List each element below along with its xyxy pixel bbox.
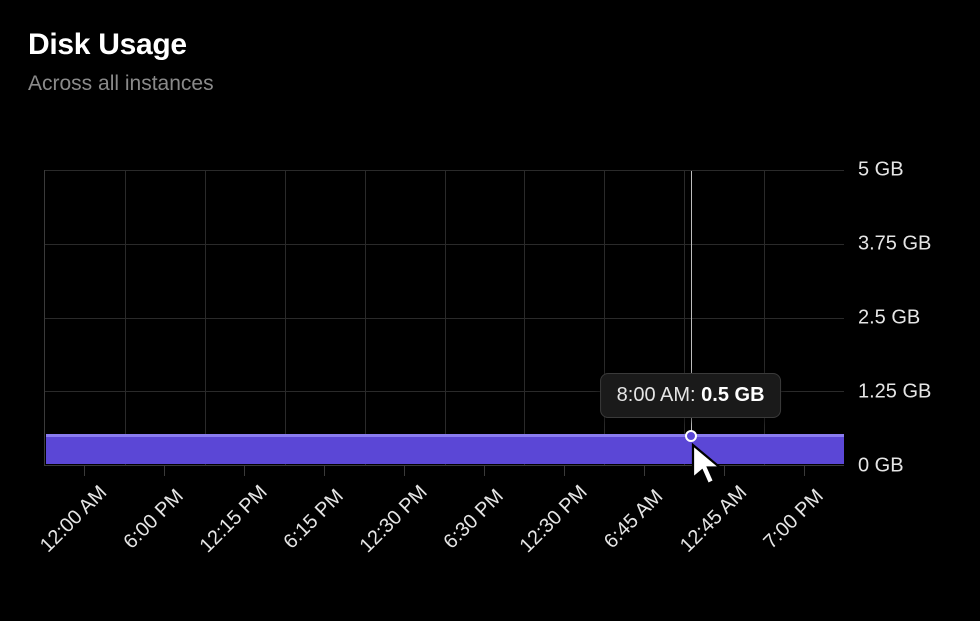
y-tick-label: 1.25 GB [858,381,931,404]
chart-plot-area[interactable]: 8:00 AM: 0.5 GB [44,170,844,466]
x-tick-label: 6:30 PM [440,485,509,554]
plot-box: 8:00 AM: 0.5 GB [44,170,844,466]
x-tick-label: 12:30 PM [516,481,593,558]
x-tick-label: 6:15 PM [280,485,349,554]
tooltip-time: 8:00 AM [617,384,690,406]
hover-tooltip: 8:00 AM: 0.5 GB [600,373,782,418]
series-fill [46,435,844,465]
x-tick-label: 6:00 PM [120,485,189,554]
x-tick-label: 12:45 AM [676,481,752,557]
x-tick-label: 12:00 AM [36,481,112,557]
y-tick-label: 5 GB [858,159,904,182]
chart-title: Disk Usage [28,28,980,62]
x-tick-label: 12:15 PM [196,481,273,558]
series-line [46,434,844,437]
chart-subtitle: Across all instances [28,72,980,96]
y-tick-label: 3.75 GB [858,233,931,256]
y-tick-label: 0 GB [858,455,904,478]
x-tick-label: 7:00 PM [760,485,829,554]
x-tick-label: 12:30 PM [356,481,433,558]
y-tick-label: 2.5 GB [858,307,920,330]
tooltip-value: 0.5 GB [701,384,764,406]
hover-point [685,430,697,442]
x-tick-label: 6:45 AM [600,485,668,553]
chart-header: Disk Usage Across all instances [0,0,980,96]
